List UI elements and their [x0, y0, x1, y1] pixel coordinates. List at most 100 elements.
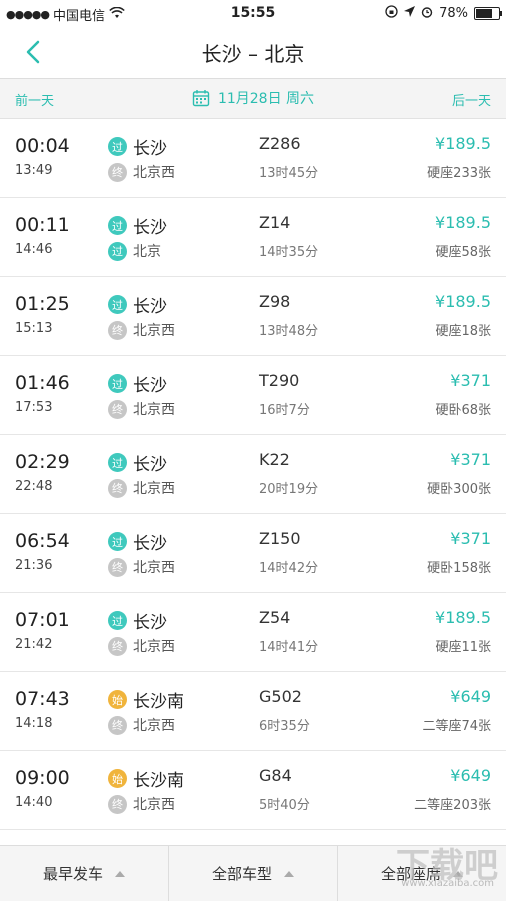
to-station-name: 北京西 — [133, 639, 175, 655]
status-bar: ●●●●● 中国电信 15:55 78% — [0, 0, 506, 26]
nav-bar: 长沙 – 北京 — [0, 26, 506, 79]
seat-availability: 硬座11张 — [435, 640, 491, 655]
from-station: 过 长沙 — [108, 213, 167, 238]
to-station: 过 北京 — [108, 241, 161, 261]
from-station: 始 长沙南 — [108, 766, 184, 791]
from-station: 始 长沙南 — [108, 687, 184, 712]
train-type-label: 全部车型 — [211, 865, 272, 883]
seat-availability: 硬卧158张 — [427, 561, 491, 576]
arrival-time: 22:48 — [15, 479, 53, 494]
page-title: 长沙 – 北京 — [201, 42, 305, 66]
from-station-name: 长沙 — [133, 455, 167, 475]
to-station: 终 北京西 — [108, 320, 175, 340]
train-list: 00:04 13:49 过 长沙 终 北京西 Z286 13时45分 ¥189.… — [0, 119, 506, 830]
seat-availability: 硬卧300张 — [427, 482, 491, 497]
current-date: 11月28日 周六 — [217, 91, 315, 107]
arrival-time: 21:36 — [15, 558, 53, 573]
station-badge-icon: 终 — [108, 557, 127, 577]
duration: 14时42分 — [259, 561, 319, 576]
seat-availability: 硬座233张 — [427, 166, 491, 181]
seat-availability: 二等座74张 — [422, 719, 491, 734]
train-row[interactable]: 01:25 15:13 过 长沙 终 北京西 Z98 13时48分 ¥189.5… — [0, 277, 506, 356]
train-number: Z98 — [259, 292, 291, 311]
arrival-time: 17:53 — [15, 400, 53, 415]
from-station-name: 长沙南 — [133, 771, 184, 791]
to-station: 终 北京西 — [108, 162, 175, 182]
station-badge-icon: 始 — [108, 690, 127, 709]
train-type-tab[interactable]: 全部车型 — [168, 846, 337, 901]
date-bar: 前一天 11月28日 周六 后一天 — [0, 79, 506, 119]
from-station-name: 长沙 — [133, 534, 167, 554]
from-station-name: 长沙 — [133, 139, 167, 159]
departure-time: 09:00 — [15, 767, 70, 789]
from-station: 过 长沙 — [108, 292, 167, 317]
to-station: 终 北京西 — [108, 636, 175, 656]
train-row[interactable]: 09:00 14:40 始 长沙南 终 北京西 G84 5时40分 ¥649 二… — [0, 751, 506, 830]
seat-availability: 硬座18张 — [435, 324, 491, 339]
arrival-time: 13:49 — [15, 163, 53, 178]
from-station-name: 长沙 — [133, 297, 167, 317]
battery-icon — [474, 7, 502, 20]
departure-time: 06:54 — [15, 530, 70, 552]
price: ¥371 — [450, 371, 491, 390]
station-badge-icon: 终 — [108, 399, 127, 419]
from-station-name: 长沙 — [133, 218, 167, 238]
train-number: Z150 — [259, 529, 301, 548]
departure-time: 01:46 — [15, 372, 70, 394]
departure-time: 00:11 — [15, 214, 70, 236]
from-station: 过 长沙 — [108, 450, 167, 475]
duration: 20时19分 — [259, 482, 319, 497]
to-station-name: 北京西 — [133, 323, 175, 339]
arrival-time: 15:13 — [15, 321, 53, 336]
duration: 13时48分 — [259, 324, 319, 339]
train-number: G502 — [259, 687, 302, 706]
train-row[interactable]: 00:04 13:49 过 长沙 终 北京西 Z286 13时45分 ¥189.… — [0, 119, 506, 198]
next-day-button[interactable]: 后一天 — [452, 90, 491, 109]
station-badge-icon: 终 — [108, 320, 127, 340]
train-row[interactable]: 02:29 22:48 过 长沙 终 北京西 K22 20时19分 ¥371 硬… — [0, 435, 506, 514]
price: ¥189.5 — [435, 213, 491, 232]
from-station: 过 长沙 — [108, 608, 167, 633]
to-station-name: 北京西 — [133, 560, 175, 576]
location-icon — [404, 6, 416, 21]
price: ¥189.5 — [435, 292, 491, 311]
to-station-name: 北京 — [133, 244, 161, 260]
from-station: 过 长沙 — [108, 371, 167, 396]
sort-earliest-label: 最早发车 — [42, 865, 103, 883]
duration: 6时35分 — [259, 719, 310, 734]
seat-availability: 二等座203张 — [414, 798, 491, 813]
rotation-lock-icon — [385, 5, 398, 22]
to-station: 终 北京西 — [108, 399, 175, 419]
sort-earliest-tab[interactable]: 最早发车 — [0, 846, 168, 901]
station-badge-icon: 过 — [108, 453, 127, 472]
train-row[interactable]: 06:54 21:36 过 长沙 终 北京西 Z150 14时42分 ¥371 … — [0, 514, 506, 593]
to-station: 终 北京西 — [108, 557, 175, 577]
station-badge-icon: 过 — [108, 241, 127, 261]
seat-availability: 硬卧68张 — [435, 403, 491, 418]
train-number: Z14 — [259, 213, 291, 232]
to-station-name: 北京西 — [133, 797, 175, 813]
alarm-icon — [421, 6, 433, 22]
triangle-up-icon — [284, 870, 294, 877]
to-station-name: 北京西 — [133, 481, 175, 497]
station-badge-icon: 终 — [108, 478, 127, 498]
from-station-name: 长沙 — [133, 376, 167, 396]
arrival-time: 14:46 — [15, 242, 53, 257]
to-station-name: 北京西 — [133, 165, 175, 181]
station-badge-icon: 始 — [108, 769, 127, 788]
train-row[interactable]: 07:43 14:18 始 长沙南 终 北京西 G502 6时35分 ¥649 … — [0, 672, 506, 751]
train-row[interactable]: 07:01 21:42 过 长沙 终 北京西 Z54 14时41分 ¥189.5… — [0, 593, 506, 672]
train-row[interactable]: 00:11 14:46 过 长沙 过 北京 Z14 14时35分 ¥189.5 … — [0, 198, 506, 277]
departure-time: 02:29 — [15, 451, 70, 473]
departure-time: 00:04 — [15, 135, 70, 157]
departure-time: 07:01 — [15, 609, 70, 631]
price: ¥649 — [450, 766, 491, 785]
train-number: K22 — [259, 450, 290, 469]
battery-percent: 78% — [439, 6, 468, 21]
train-number: Z54 — [259, 608, 291, 627]
train-row[interactable]: 01:46 17:53 过 长沙 终 北京西 T290 16时7分 ¥371 硬… — [0, 356, 506, 435]
date-picker[interactable]: 11月28日 周六 — [0, 88, 506, 108]
seat-availability: 硬座58张 — [435, 245, 491, 260]
duration: 14时35分 — [259, 245, 319, 260]
price: ¥189.5 — [435, 134, 491, 153]
